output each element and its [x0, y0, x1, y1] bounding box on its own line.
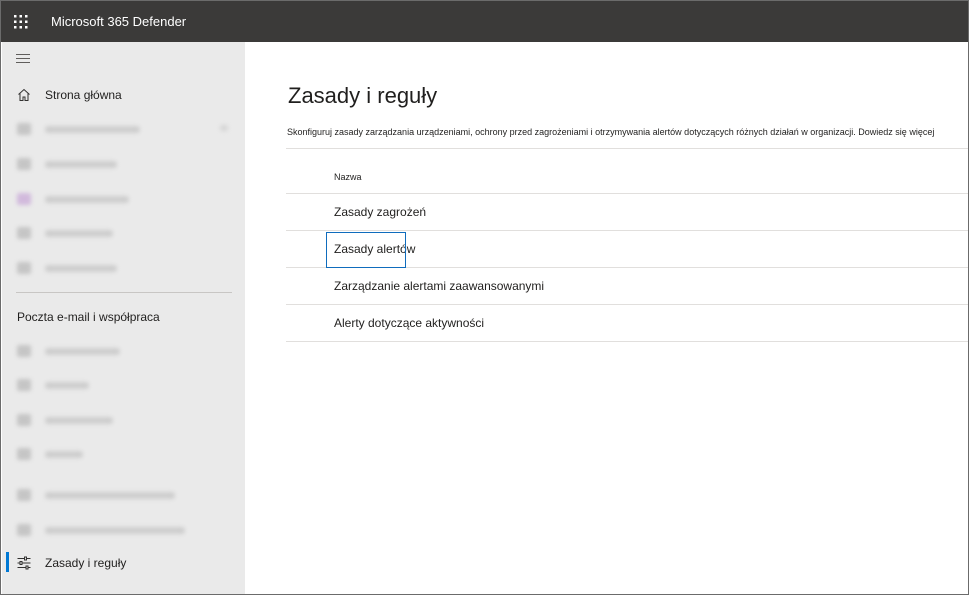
sidebar-item-obscured[interactable]: [2, 403, 245, 437]
main-content: Zasady i reguły Skonfiguruj zasady zarzą…: [245, 42, 968, 594]
sidebar-item-obscured[interactable]: [2, 216, 245, 250]
sidebar-item-home-label: Strona główna: [45, 88, 122, 102]
sidebar-divider: [16, 292, 232, 293]
sidebar-item-policies-rules-label: Zasady i reguły: [45, 556, 127, 570]
sidebar-item-home[interactable]: Strona główna: [2, 78, 245, 112]
sidebar-item-obscured[interactable]: [2, 437, 245, 471]
page-description-text: Skonfiguruj zasady zarządzania urządzeni…: [287, 127, 856, 137]
policy-sliders-icon: [17, 556, 31, 570]
hamburger-menu-icon[interactable]: [16, 54, 32, 66]
table-row[interactable]: Zasady zagrożeń: [286, 194, 968, 231]
sidebar-item-obscured[interactable]: [2, 112, 245, 146]
page-description: Skonfiguruj zasady zarządzania urządzeni…: [287, 127, 934, 137]
home-icon: [18, 88, 30, 101]
policies-table: Nazwa Zasady zagrożeń Zasady alertów Zar…: [286, 148, 968, 342]
table-row[interactable]: Alerty dotyczące aktywności: [286, 305, 968, 342]
sidebar-item-obscured[interactable]: [2, 334, 245, 368]
sidebar-nav: Strona główna Poczta e-mail i współpraca: [2, 42, 245, 594]
app-launcher-icon[interactable]: [1, 1, 41, 42]
sidebar-item-obscured[interactable]: [2, 182, 245, 216]
table-row-name[interactable]: Zasady alertów: [334, 242, 415, 256]
column-header-name[interactable]: Nazwa: [334, 172, 362, 182]
table-row-name[interactable]: Zarządzanie alertami zaawansowanymi: [334, 279, 544, 293]
sidebar-item-obscured[interactable]: [2, 478, 245, 512]
page-title: Zasady i reguły: [288, 83, 438, 108]
sidebar-item-policies-rules[interactable]: Zasady i reguły: [2, 546, 245, 580]
sidebar-section-title: Poczta e-mail i współpraca: [17, 310, 160, 324]
table-row-name[interactable]: Zasady zagrożeń: [334, 205, 426, 219]
table-row[interactable]: Zarządzanie alertami zaawansowanymi: [286, 268, 968, 305]
sidebar-item-obscured[interactable]: [2, 368, 245, 402]
table-row-name[interactable]: Alerty dotyczące aktywności: [334, 316, 484, 330]
sidebar-item-obscured[interactable]: [2, 251, 245, 285]
sidebar-item-obscured[interactable]: [2, 513, 245, 547]
learn-more-link[interactable]: Dowiedz się więcej: [858, 127, 934, 137]
sidebar-item-obscured[interactable]: [2, 147, 245, 181]
table-row[interactable]: Zasady alertów: [286, 231, 968, 268]
table-header-row: Nazwa: [286, 148, 968, 194]
app-title: Microsoft 365 Defender: [51, 14, 187, 29]
top-bar: Microsoft 365 Defender: [1, 1, 968, 42]
app-window: Microsoft 365 Defender Strona główna Poc…: [0, 0, 969, 595]
